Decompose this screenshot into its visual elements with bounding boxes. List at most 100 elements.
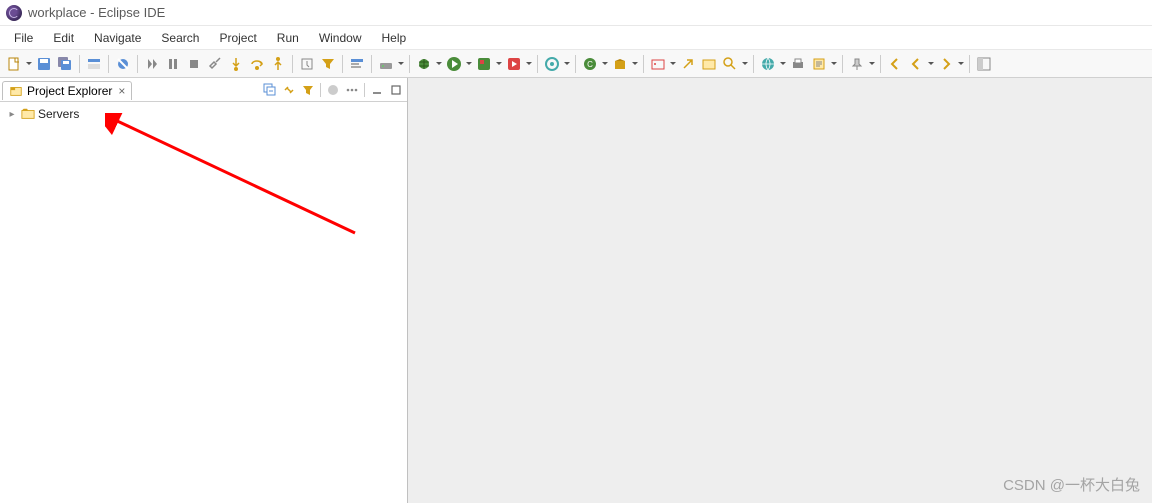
menu-search[interactable]: Search [151,28,209,48]
toolbar-separator [537,55,538,73]
pin-editor-button[interactable] [847,54,867,74]
toggle-breadcrumb-button[interactable] [84,54,104,74]
new-server-dropdown[interactable] [397,54,405,74]
save-button[interactable] [34,54,54,74]
project-tree[interactable]: ▸ Servers [0,102,407,503]
filter-button[interactable] [299,81,317,99]
toolbar-separator [409,55,410,73]
menu-navigate[interactable]: Navigate [84,28,151,48]
collapse-all-button[interactable] [261,81,279,99]
minimize-button[interactable] [368,81,386,99]
svg-text:C: C [587,60,593,69]
save-all-button[interactable] [55,54,75,74]
step-into-button[interactable] [226,54,246,74]
annotation-button[interactable] [809,54,829,74]
tab-label: Project Explorer [27,84,112,98]
project-explorer-icon [9,84,23,98]
new-package-button[interactable] [610,54,630,74]
forward-dropdown[interactable] [957,54,965,74]
run-last-button[interactable] [504,54,524,74]
new-package-dropdown[interactable] [631,54,639,74]
annotation-dropdown[interactable] [830,54,838,74]
skip-breakpoints-button[interactable] [113,54,133,74]
open-task-button[interactable] [648,54,668,74]
back-dropdown[interactable] [927,54,935,74]
new-button[interactable] [4,54,24,74]
run-button[interactable] [444,54,464,74]
web-browser-dropdown[interactable] [779,54,787,74]
back-button[interactable] [885,54,905,74]
close-icon[interactable]: × [118,84,125,98]
toolbar-separator [842,55,843,73]
title-bar: workplace - Eclipse IDE [0,0,1152,26]
external-tools-button[interactable] [542,54,562,74]
web-browser-button[interactable] [758,54,778,74]
link-editor-button[interactable] [280,81,298,99]
new-dropdown[interactable] [25,54,33,74]
step-over-button[interactable] [247,54,267,74]
debug-button[interactable] [414,54,434,74]
suspend-button[interactable] [163,54,183,74]
panel-toolbar-separator [364,83,365,97]
print-button[interactable] [788,54,808,74]
new-java-class-dropdown[interactable] [601,54,609,74]
window-title: workplace - Eclipse IDE [28,5,165,20]
watermark: CSDN @一杯大白兔 [1003,474,1140,495]
run-last-dropdown[interactable] [525,54,533,74]
project-explorer-panel: Project Explorer × ▸ Servers [0,78,408,503]
toolbar-separator [371,55,372,73]
tree-item-servers[interactable]: ▸ Servers [6,106,401,122]
menu-edit[interactable]: Edit [43,28,84,48]
run-dropdown[interactable] [465,54,473,74]
search-dropdown[interactable] [741,54,749,74]
new-java-class-button[interactable]: C [580,54,600,74]
maximize-button[interactable] [387,81,405,99]
menu-run[interactable]: Run [267,28,309,48]
disconnect-button[interactable] [205,54,225,74]
external-tools-dropdown[interactable] [563,54,571,74]
menu-project[interactable]: Project [209,28,266,48]
tree-item-label: Servers [38,107,79,121]
toolbar-separator [342,55,343,73]
coverage-dropdown[interactable] [495,54,503,74]
workspace: Project Explorer × ▸ Servers [0,78,1152,503]
toolbar-separator [79,55,80,73]
menu-bar: File Edit Navigate Search Project Run Wi… [0,26,1152,50]
drop-to-frame-button[interactable] [297,54,317,74]
menu-window[interactable]: Window [309,28,372,48]
toolbar-separator [292,55,293,73]
terminate-button[interactable] [184,54,204,74]
editor-area[interactable] [408,78,1152,503]
panel-toolbar [261,81,405,99]
back-history-button[interactable] [906,54,926,74]
view-menu-button[interactable] [343,81,361,99]
expand-icon[interactable]: ▸ [6,108,18,120]
search-button[interactable] [720,54,740,74]
panel-toolbar-separator [320,83,321,97]
perspective-button[interactable] [974,54,994,74]
open-task-dropdown[interactable] [669,54,677,74]
menu-help[interactable]: Help [372,28,417,48]
panel-tab-bar: Project Explorer × [0,78,407,102]
resume-button[interactable] [142,54,162,74]
debug-dropdown[interactable] [435,54,443,74]
toolbar-separator [137,55,138,73]
toolbar-separator [108,55,109,73]
step-return-button[interactable] [268,54,288,74]
open-resource-button[interactable] [699,54,719,74]
toolbar-separator [575,55,576,73]
open-type-button[interactable] [347,54,367,74]
folder-icon [21,107,35,121]
new-server-button[interactable] [376,54,396,74]
project-explorer-tab[interactable]: Project Explorer × [2,81,132,100]
toolbar-separator [753,55,754,73]
coverage-button[interactable] [474,54,494,74]
focus-task-button[interactable] [324,81,342,99]
pin-editor-dropdown[interactable] [868,54,876,74]
eclipse-icon [6,5,22,21]
forward-button[interactable] [936,54,956,74]
step-filters-button[interactable] [318,54,338,74]
toolbar-separator [643,55,644,73]
open-element-button[interactable] [678,54,698,74]
menu-file[interactable]: File [4,28,43,48]
